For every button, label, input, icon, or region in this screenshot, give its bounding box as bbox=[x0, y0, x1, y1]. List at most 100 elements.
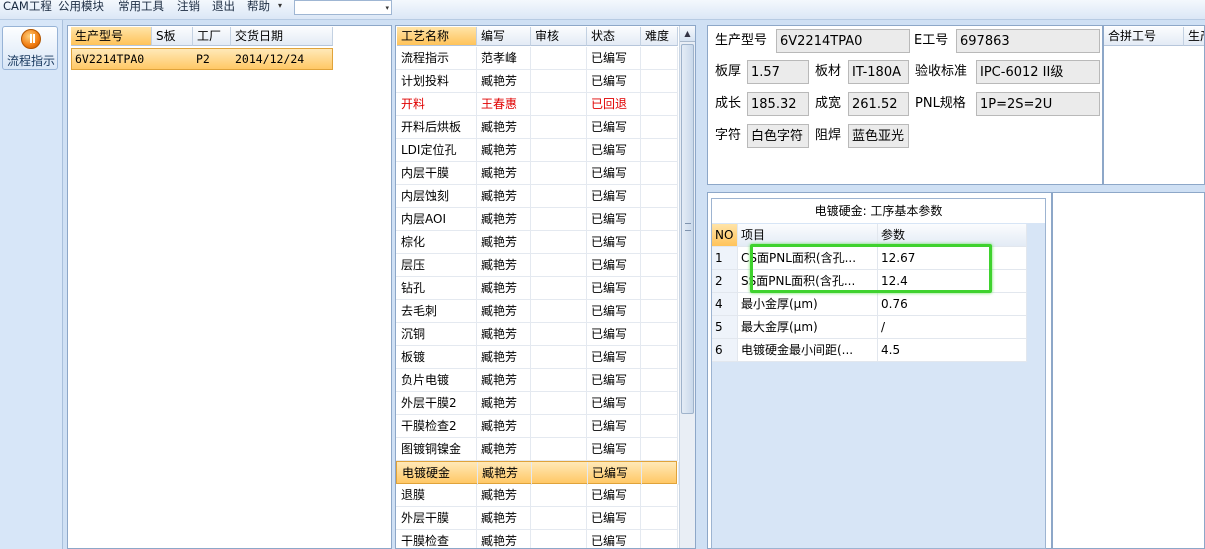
process-status-cell: 已编写 bbox=[587, 185, 641, 208]
process-row[interactable]: LDI定位孔 臧艳芳 已编写 bbox=[396, 139, 678, 162]
product-row[interactable]: 6V2214TPA0 P2 2014/12/24 bbox=[71, 48, 333, 70]
column-header-reviewer[interactable]: 审核 bbox=[531, 27, 587, 46]
column-header-delivery-date[interactable]: 交货日期 bbox=[231, 27, 333, 46]
process-row[interactable]: 棕化 臧艳芳 已编写 bbox=[396, 231, 678, 254]
params-row[interactable]: 6 电镀硬金最小间距(... 4.5 bbox=[712, 339, 1027, 362]
column-header-model[interactable]: 生产型号 bbox=[71, 27, 152, 46]
column-header-difficulty[interactable]: 难度 bbox=[641, 27, 678, 46]
column-header-merge-production[interactable]: 生产 bbox=[1184, 27, 1204, 46]
process-author-cell: 臧艳芳 bbox=[478, 462, 532, 485]
column-header-author[interactable]: 编写 bbox=[477, 27, 531, 46]
process-author-cell: 臧艳芳 bbox=[477, 116, 531, 139]
param-no-cell: 5 bbox=[712, 316, 738, 339]
process-row[interactable]: 干膜检查2 臧艳芳 已编写 bbox=[396, 415, 678, 438]
process-reviewer-cell bbox=[531, 116, 587, 139]
column-header-process-name[interactable]: 工艺名称 bbox=[397, 27, 477, 46]
process-row[interactable]: 层压 臧艳芳 已编写 bbox=[396, 254, 678, 277]
field-pnl-spec[interactable]: 1P=2S=2U bbox=[976, 92, 1100, 116]
process-row[interactable]: 图镀铜镍金 臧艳芳 已编写 bbox=[396, 438, 678, 461]
column-header-s-board[interactable]: S板 bbox=[152, 27, 193, 46]
field-standard[interactable]: IPC-6012 II级 bbox=[976, 60, 1100, 84]
flow-indicator-button[interactable]: 流程指示 bbox=[2, 26, 58, 70]
process-reviewer-cell bbox=[531, 415, 587, 438]
label-e-no: E工号 bbox=[914, 33, 949, 48]
product-delivery-date-cell: 2014/12/24 bbox=[235, 52, 305, 66]
process-difficulty-cell bbox=[641, 162, 678, 185]
field-legend[interactable]: 白色字符 bbox=[747, 124, 809, 148]
left-sidebar bbox=[0, 20, 63, 549]
process-name-cell: 退膜 bbox=[397, 484, 477, 507]
right-empty-panel bbox=[1052, 192, 1205, 549]
process-difficulty-cell bbox=[641, 323, 678, 346]
process-row[interactable]: 内层干膜 臧艳芳 已编写 bbox=[396, 162, 678, 185]
process-list-scrollbar[interactable]: ▲ bbox=[679, 26, 695, 548]
field-length[interactable]: 185.32 bbox=[747, 92, 809, 116]
process-status-cell: 已编写 bbox=[587, 507, 641, 530]
process-status-cell: 已编写 bbox=[587, 346, 641, 369]
menu-combo-box[interactable]: ▾ bbox=[294, 0, 392, 15]
merge-panel: 合拼工号 生产 bbox=[1103, 25, 1205, 185]
process-reviewer-cell bbox=[531, 139, 587, 162]
process-author-cell: 臧艳芳 bbox=[477, 346, 531, 369]
field-e-no[interactable]: 697863 bbox=[956, 29, 1100, 53]
process-name-cell: 外层干膜2 bbox=[397, 392, 477, 415]
process-row[interactable]: 退膜 臧艳芳 已编写 bbox=[396, 484, 678, 507]
field-width[interactable]: 261.52 bbox=[848, 92, 909, 116]
menu-common-modules[interactable]: 公用模块 bbox=[58, 0, 104, 14]
field-material[interactable]: IT-180A bbox=[848, 60, 909, 84]
process-row[interactable]: 计划投料 臧艳芳 已编写 bbox=[396, 70, 678, 93]
process-row[interactable]: 沉铜 臧艳芳 已编写 bbox=[396, 323, 678, 346]
process-row[interactable]: 钻孔 臧艳芳 已编写 bbox=[396, 277, 678, 300]
process-row[interactable]: 干膜检查 臧艳芳 已编写 bbox=[396, 530, 678, 548]
process-difficulty-cell bbox=[641, 47, 678, 70]
menu-common-tools[interactable]: 常用工具 bbox=[118, 0, 164, 14]
column-header-factory[interactable]: 工厂 bbox=[193, 27, 231, 46]
process-row[interactable]: 开料 王春惠 已回退 bbox=[396, 93, 678, 116]
menu-overflow-dropdown-icon[interactable]: ▾ bbox=[278, 1, 282, 10]
process-author-cell: 臧艳芳 bbox=[477, 70, 531, 93]
column-header-no[interactable]: NO bbox=[712, 224, 738, 247]
menu-help[interactable]: 帮助 bbox=[247, 0, 270, 14]
scroll-thumb[interactable] bbox=[681, 44, 694, 414]
process-row[interactable]: 外层干膜2 臧艳芳 已编写 bbox=[396, 392, 678, 415]
process-name-cell: 开料 bbox=[397, 93, 477, 116]
process-row[interactable]: 开料后烘板 臧艳芳 已编写 bbox=[396, 116, 678, 139]
process-reviewer-cell bbox=[531, 346, 587, 369]
menu-exit[interactable]: 退出 bbox=[212, 0, 235, 14]
field-solder-mask[interactable]: 蓝色亚光 bbox=[848, 124, 909, 148]
param-value-cell: 0.76 bbox=[878, 293, 1027, 316]
param-no-cell: 1 bbox=[712, 247, 738, 270]
process-row[interactable]: 内层AOI 臧艳芳 已编写 bbox=[396, 208, 678, 231]
process-status-cell: 已编写 bbox=[587, 70, 641, 93]
process-difficulty-cell bbox=[641, 139, 678, 162]
process-author-cell: 范孝峰 bbox=[477, 47, 531, 70]
process-row[interactable]: 去毛刺 臧艳芳 已编写 bbox=[396, 300, 678, 323]
menu-logout[interactable]: 注销 bbox=[177, 0, 200, 14]
process-author-cell: 臧艳芳 bbox=[477, 392, 531, 415]
process-reviewer-cell bbox=[531, 185, 587, 208]
params-row[interactable]: 5 最大金厚(μm) / bbox=[712, 316, 1027, 339]
process-reviewer-cell bbox=[531, 369, 587, 392]
process-author-cell: 臧艳芳 bbox=[477, 300, 531, 323]
process-row[interactable]: 板镀 臧艳芳 已编写 bbox=[396, 346, 678, 369]
process-row[interactable]: 流程指示 范孝峰 已编写 bbox=[396, 47, 678, 70]
menu-cam-project[interactable]: CAM工程 bbox=[3, 0, 52, 14]
column-header-status[interactable]: 状态 bbox=[587, 27, 641, 46]
column-header-merge-no[interactable]: 合拼工号 bbox=[1104, 27, 1184, 46]
scroll-up-icon[interactable]: ▲ bbox=[680, 26, 695, 42]
process-row[interactable]: 内层蚀刻 臧艳芳 已编写 bbox=[396, 185, 678, 208]
process-status-cell: 已编写 bbox=[587, 530, 641, 548]
process-difficulty-cell bbox=[641, 208, 678, 231]
params-row[interactable]: 4 最小金厚(μm) 0.76 bbox=[712, 293, 1027, 316]
process-row[interactable]: 电镀硬金 臧艳芳 已编写 bbox=[396, 461, 679, 485]
process-status-cell: 已编写 bbox=[587, 415, 641, 438]
field-model[interactable]: 6V2214TPA0 bbox=[776, 29, 910, 53]
process-difficulty-cell bbox=[641, 438, 678, 461]
process-status-cell: 已编写 bbox=[587, 208, 641, 231]
process-status-cell: 已编写 bbox=[587, 231, 641, 254]
combo-arrow-icon[interactable]: ▾ bbox=[385, 4, 389, 12]
process-row[interactable]: 外层干膜 臧艳芳 已编写 bbox=[396, 507, 678, 530]
field-thickness[interactable]: 1.57 bbox=[747, 60, 809, 84]
process-row[interactable]: 负片电镀 臧艳芳 已编写 bbox=[396, 369, 678, 392]
process-name-cell: 层压 bbox=[397, 254, 477, 277]
